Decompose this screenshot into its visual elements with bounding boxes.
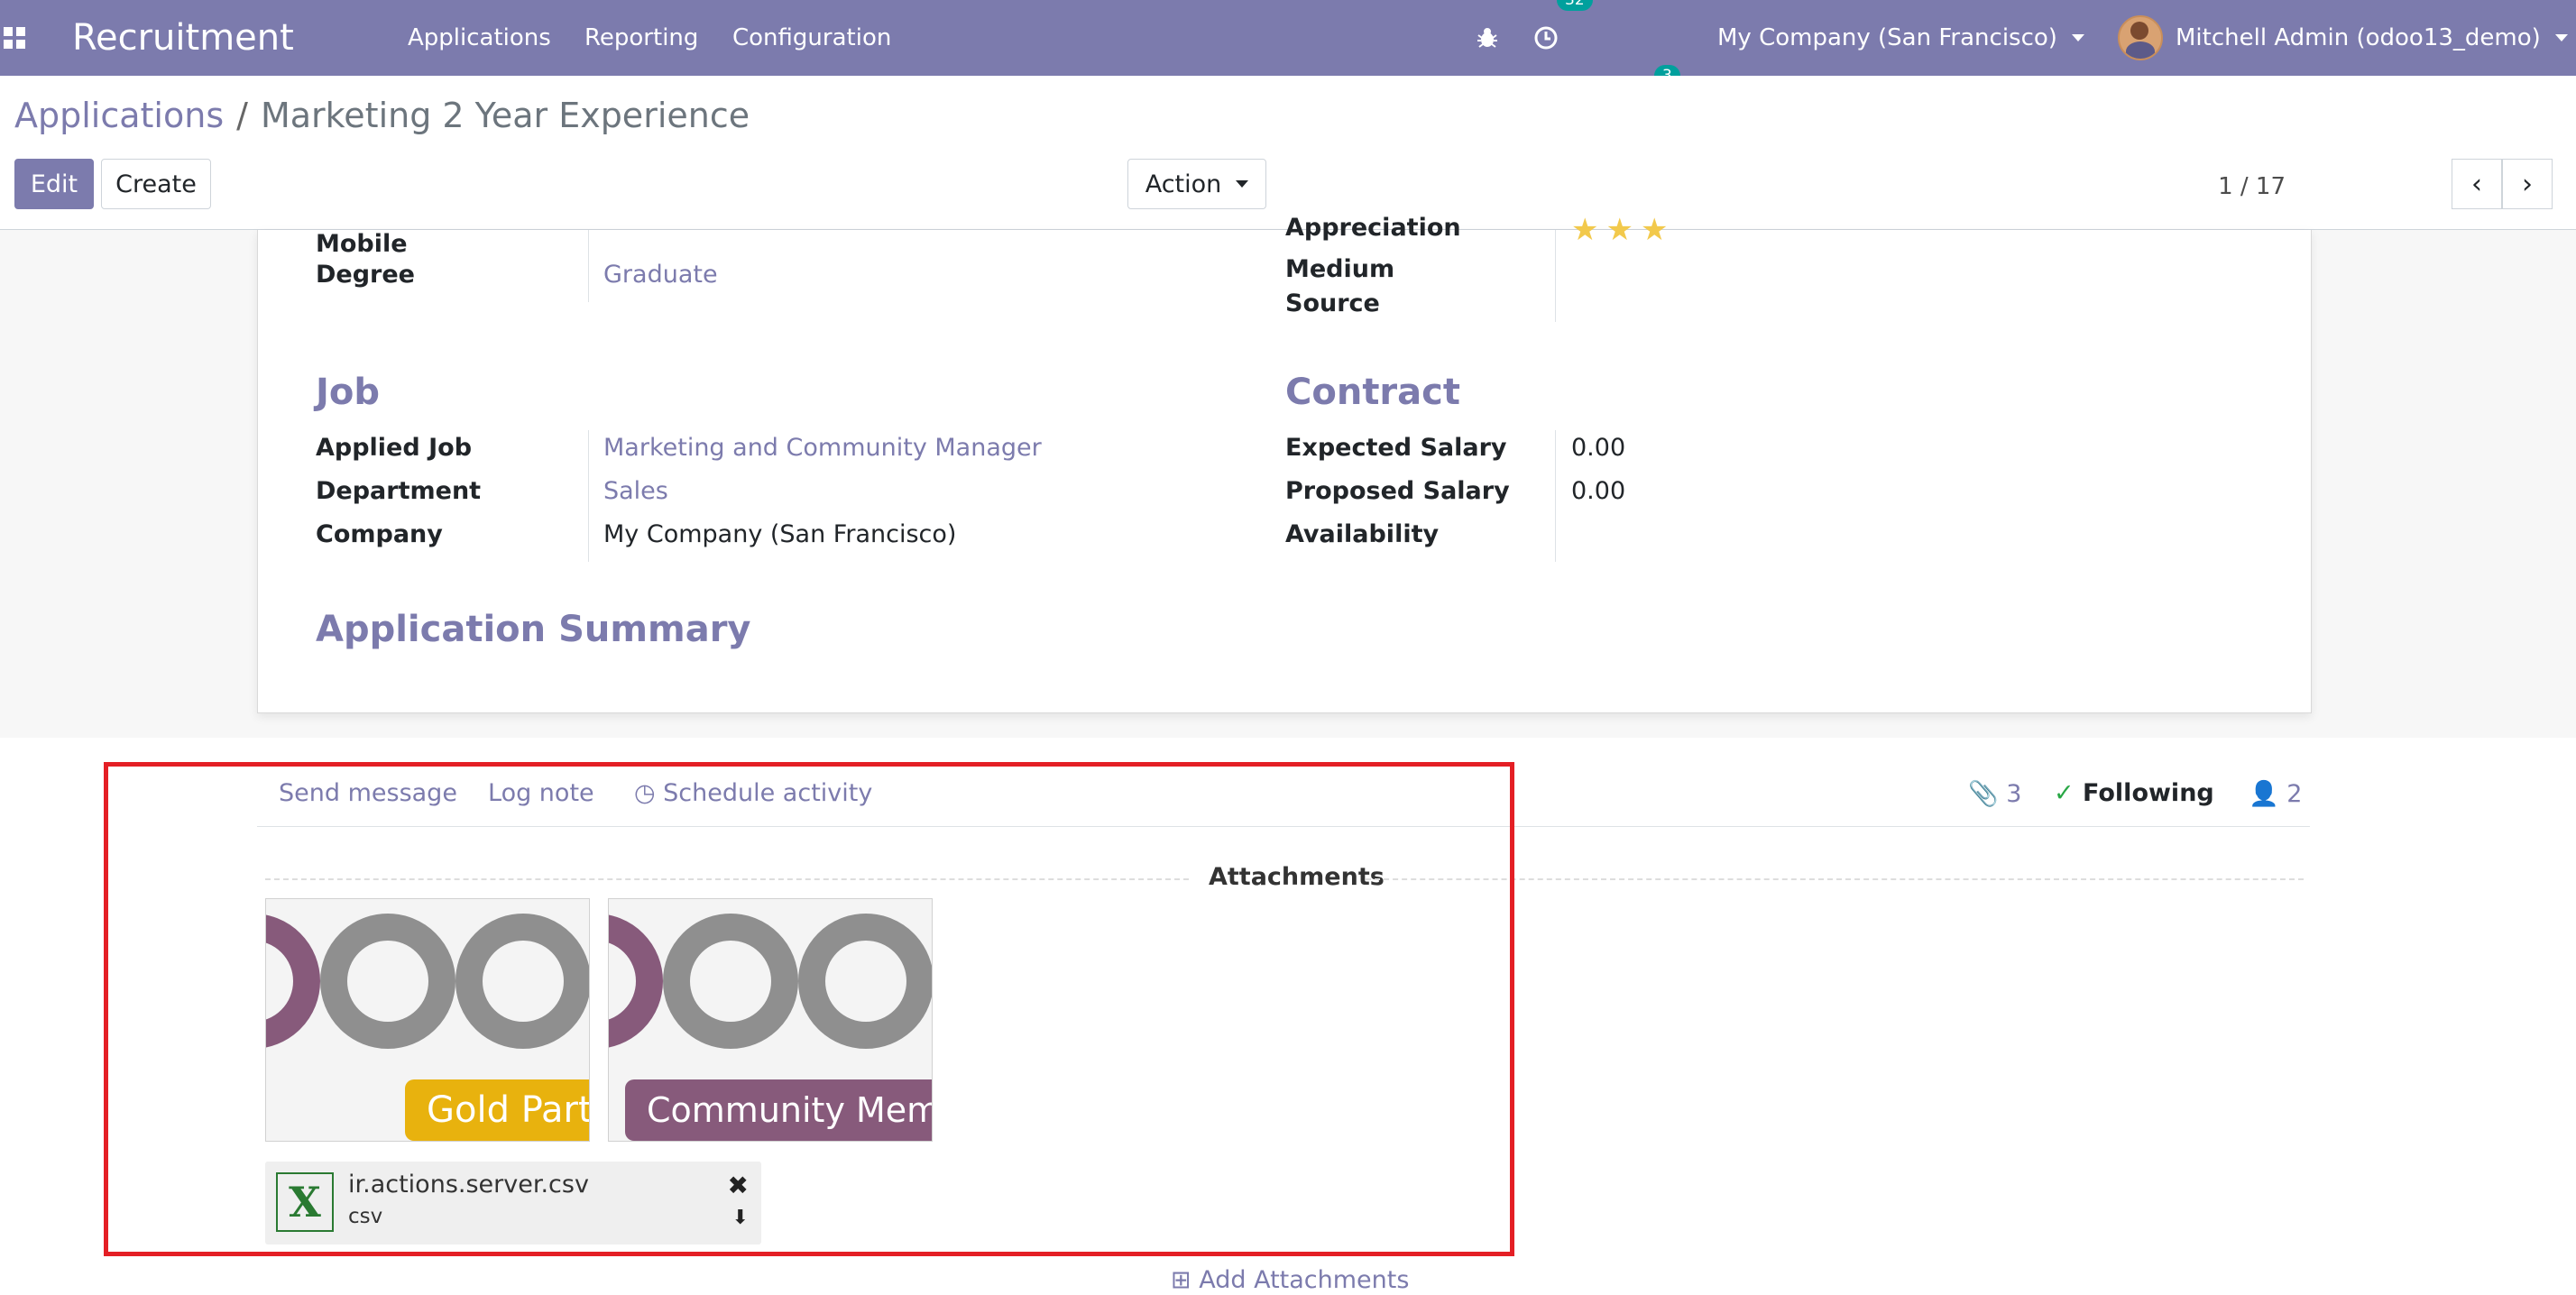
contract-section-title: Contract — [1285, 372, 1460, 413]
expected-salary-value: 0.00 — [1571, 434, 1626, 462]
company-label: Company — [316, 520, 443, 548]
availability-label: Availability — [1285, 520, 1440, 548]
medium-label: Medium — [1285, 255, 1395, 283]
degree-value[interactable]: Graduate — [603, 261, 718, 289]
appreciation-stars-icon[interactable]: ★★★ — [1571, 212, 1675, 248]
menu-configuration[interactable]: Configuration — [732, 0, 891, 76]
user-name: Mitchell Admin (odoo13_demo) — [2176, 24, 2541, 51]
proposed-salary-label: Proposed Salary — [1285, 477, 1510, 505]
app-title: Recruitment — [72, 17, 294, 59]
add-attachments-button[interactable]: ⊞ Add Attachments — [1171, 1266, 1409, 1294]
debug-icon[interactable] — [1476, 0, 1499, 76]
attachments-button[interactable]: 📎 3 — [1968, 779, 2021, 808]
user-menu[interactable]: Mitchell Admin (odoo13_demo) — [2118, 0, 2568, 76]
menu-applications[interactable]: Applications — [408, 0, 551, 76]
plus-square-icon: ⊞ — [1171, 1266, 1200, 1294]
followers-button[interactable]: 👤 2 — [2249, 779, 2302, 808]
pager-next-button[interactable]: › — [2502, 159, 2553, 209]
breadcrumb: Applications / Marketing 2 Year Experience — [14, 96, 750, 135]
breadcrumb-separator: / — [236, 96, 248, 135]
control-panel: Applications / Marketing 2 Year Experience… — [0, 76, 2576, 230]
department-value[interactable]: Sales — [603, 477, 668, 505]
avatar — [2118, 15, 2163, 60]
paperclip-icon: 📎 — [1968, 780, 2007, 808]
followers-count: 2 — [2286, 780, 2303, 808]
top-navbar: Recruitment Applications Reporting Confi… — [0, 0, 2576, 124]
proposed-salary-value: 0.00 — [1571, 477, 1626, 505]
degree-label: Degree — [316, 261, 415, 289]
apps-menu-icon[interactable] — [4, 0, 29, 76]
chevron-down-icon — [1236, 180, 1249, 188]
department-label: Department — [316, 477, 482, 505]
add-attachments-label: Add Attachments — [1199, 1266, 1410, 1294]
company-value: My Company (San Francisco) — [603, 520, 957, 548]
field-divider — [1555, 230, 1556, 322]
job-section-title: Job — [316, 372, 380, 413]
activity-badge: 32 — [1557, 0, 1593, 11]
following-label: Following — [2083, 779, 2214, 807]
action-dropdown[interactable]: Action — [1127, 159, 1266, 209]
following-button[interactable]: ✓ Following — [2054, 779, 2214, 807]
company-switcher[interactable]: My Company (San Francisco) — [1717, 0, 2084, 76]
field-divider — [588, 230, 589, 302]
attachments-count: 3 — [2006, 780, 2022, 808]
appreciation-label: Appreciation — [1285, 214, 1461, 242]
expected-salary-label: Expected Salary — [1285, 434, 1507, 462]
source-label: Source — [1285, 289, 1380, 317]
action-label: Action — [1145, 170, 1222, 198]
create-button[interactable]: Create — [101, 159, 211, 209]
pager-value[interactable]: 1 / 17 — [2218, 173, 2286, 200]
check-icon: ✓ — [2054, 779, 2084, 807]
company-name: My Company (San Francisco) — [1717, 24, 2057, 51]
highlight-box — [104, 762, 1514, 1256]
breadcrumb-applications[interactable]: Applications — [14, 96, 224, 135]
mobile-label: Mobile — [316, 230, 408, 258]
applied-job-value[interactable]: Marketing and Community Manager — [603, 434, 1042, 462]
breadcrumb-current: Marketing 2 Year Experience — [260, 96, 750, 135]
form-sheet: Mobile Degree Graduate Appreciation Medi… — [257, 212, 2312, 713]
field-divider — [1555, 430, 1556, 562]
chevron-down-icon — [2554, 34, 2568, 41]
edit-button[interactable]: Edit — [14, 159, 94, 209]
applied-job-label: Applied Job — [316, 434, 473, 462]
application-summary-title: Application Summary — [316, 609, 751, 650]
pager-previous-button[interactable]: ‹ — [2452, 159, 2502, 209]
chevron-down-icon — [2071, 34, 2084, 41]
field-divider — [588, 430, 589, 562]
user-icon: 👤 — [2249, 780, 2287, 808]
menu-reporting[interactable]: Reporting — [584, 0, 698, 76]
